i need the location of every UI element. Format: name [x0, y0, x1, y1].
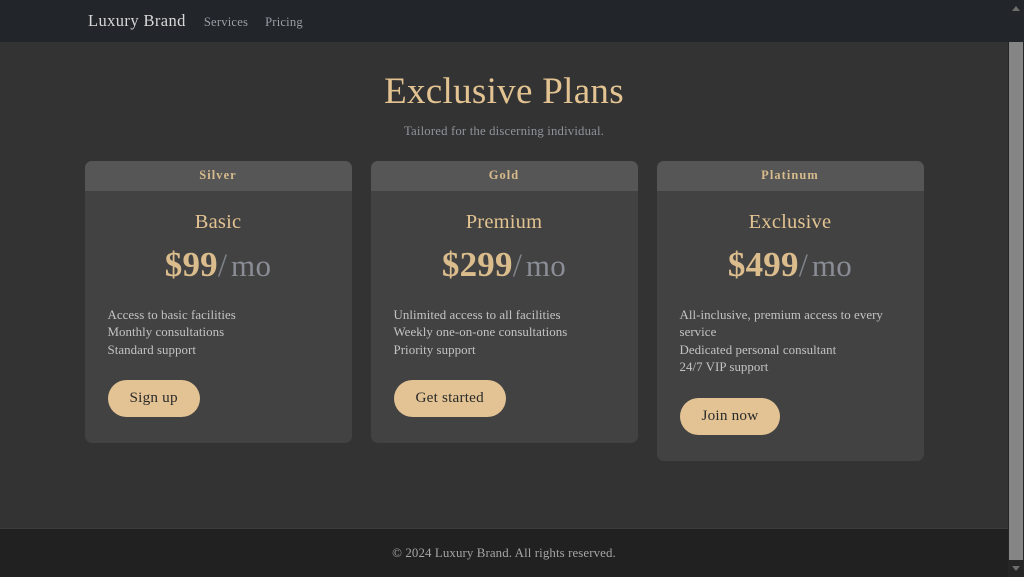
price-row: $499/ mo — [680, 245, 901, 285]
tier-badge: Silver — [199, 168, 237, 183]
scroll-down-button[interactable] — [1008, 560, 1024, 577]
price-amount: $499 — [727, 244, 799, 284]
price-row: $299/ mo — [394, 245, 615, 285]
card-body-gold: Premium $299/ mo Unlimited access to all… — [371, 191, 638, 444]
plan-name: Premium — [465, 210, 543, 233]
hero-section: Exclusive Plans Tailored for the discern… — [0, 42, 1008, 139]
browser-viewport: Luxury Brand Services Pricing Exclusive … — [0, 0, 1024, 577]
tier-badge: Platinum — [761, 168, 819, 183]
card-header-silver: Silver — [84, 160, 352, 191]
feature-list: All-inclusive, premium access to every s… — [680, 307, 901, 377]
sign-up-button[interactable]: Sign up — [107, 380, 200, 418]
cta-wrapper: Get started — [393, 380, 615, 418]
feature-item: Access to basic facilities — [107, 307, 236, 322]
pricing-card-silver[interactable]: Silver Basic $99/ mo Access to basic fac… — [84, 160, 352, 444]
card-body-platinum: Exclusive $499/ mo All-inclusive, premiu… — [657, 191, 924, 461]
price-amount: $299 — [441, 244, 513, 284]
scroll-up-button[interactable] — [1008, 0, 1024, 17]
plan-name: Basic — [194, 210, 242, 233]
vertical-scrollbar[interactable] — [1008, 0, 1024, 577]
nav-link-services[interactable]: Services — [204, 15, 248, 30]
feature-item: Priority support — [393, 342, 476, 357]
feature-item: All-inclusive, premium access to every s… — [679, 307, 883, 340]
price-amount: $99 — [164, 244, 218, 284]
chevron-up-icon — [1012, 6, 1020, 11]
price-period: mo — [811, 247, 853, 283]
plan-name: Exclusive — [748, 210, 832, 233]
price-row: $99/ mo — [108, 245, 329, 285]
scrollbar-thumb[interactable] — [1009, 42, 1023, 560]
price-slash: / — [512, 247, 522, 284]
feature-item: Unlimited access to all facilities — [393, 307, 561, 322]
feature-item: Weekly one-on-one consultations — [393, 325, 568, 340]
feature-list: Access to basic facilities Monthly consu… — [108, 307, 329, 360]
card-header-gold: Gold — [370, 160, 638, 191]
join-now-button[interactable]: Join now — [679, 397, 781, 435]
price-slash: / — [217, 247, 228, 284]
page-footer: © 2024 Luxury Brand. All rights reserved… — [0, 528, 1008, 577]
page-subtitle: Tailored for the discerning individual. — [403, 123, 605, 138]
feature-list: Unlimited access to all facilities Weekl… — [394, 307, 615, 360]
page-title: Exclusive Plans — [384, 71, 624, 112]
pricing-card-platinum[interactable]: Platinum Exclusive $499/ mo All-inclusiv… — [656, 160, 924, 461]
pricing-cards: Silver Basic $99/ mo Access to basic fac… — [0, 160, 1008, 461]
feature-item: Standard support — [107, 342, 197, 357]
chevron-down-icon — [1012, 566, 1020, 571]
card-header-platinum: Platinum — [656, 160, 924, 191]
cta-wrapper: Join now — [679, 397, 901, 435]
page-content: Luxury Brand Services Pricing Exclusive … — [0, 0, 1008, 577]
nav-link-pricing[interactable]: Pricing — [265, 15, 303, 30]
top-navigation-bar: Luxury Brand Services Pricing — [0, 0, 1008, 42]
brand-logo[interactable]: Luxury Brand — [88, 11, 186, 31]
price-period: mo — [231, 247, 272, 283]
feature-item: 24/7 VIP support — [679, 360, 769, 375]
feature-item: Monthly consultations — [107, 325, 225, 340]
copyright-text: © 2024 Luxury Brand. All rights reserved… — [392, 545, 616, 560]
pricing-card-gold[interactable]: Gold Premium $299/ mo Unlimited access t… — [370, 160, 638, 444]
card-body-silver: Basic $99/ mo Access to basic facilities… — [85, 191, 352, 444]
price-slash: / — [798, 247, 808, 284]
nav-links: Services Pricing — [204, 13, 303, 30]
cta-wrapper: Sign up — [107, 380, 329, 418]
feature-item: Dedicated personal consultant — [679, 342, 837, 357]
tier-badge: Gold — [488, 168, 520, 183]
price-period: mo — [525, 247, 567, 283]
get-started-button[interactable]: Get started — [393, 380, 506, 418]
